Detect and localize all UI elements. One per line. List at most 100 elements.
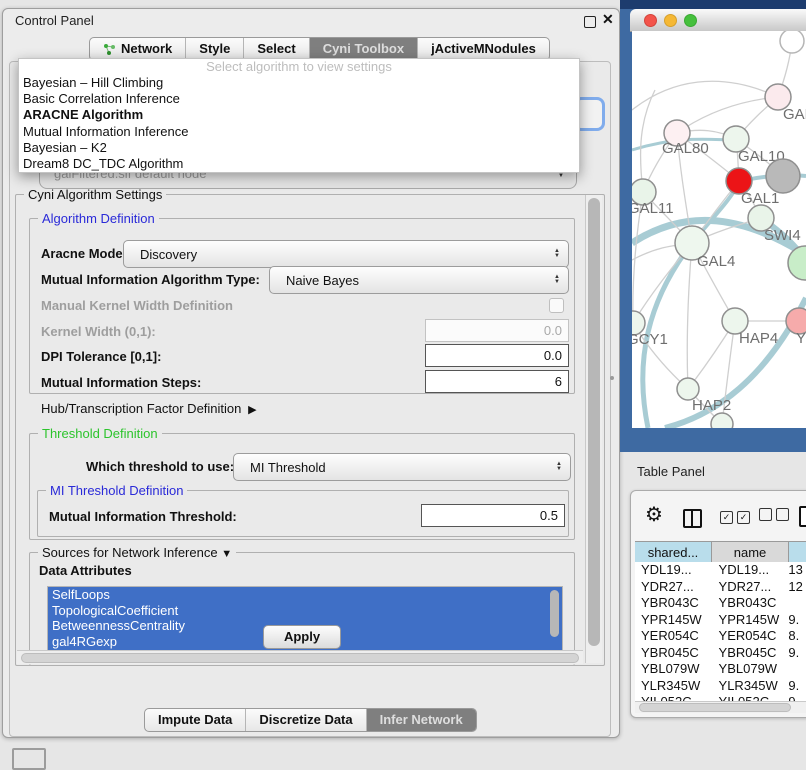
manual-kernel-width-label: Manual Kernel Width Definition xyxy=(41,298,233,313)
column-header-name[interactable]: name xyxy=(712,542,789,563)
dpi-tolerance-label: DPI Tolerance [0,1]: xyxy=(41,349,161,364)
table-panel-window: ⚙ ✓✓ shared... name YDL19...YDL19...13 Y… xyxy=(630,490,806,718)
minimize-traffic-light[interactable] xyxy=(664,14,677,27)
node-label: HAP2 xyxy=(692,397,731,414)
minimized-panel-icon[interactable] xyxy=(12,748,46,770)
control-panel-window: Control Panel ✕ Network Style Select Cyn… xyxy=(2,8,620,738)
apply-button[interactable]: Apply xyxy=(263,625,341,649)
mi-algorithm-type-combobox[interactable]: Naive Bayes ▲▼ xyxy=(269,266,569,294)
network-window-titlebar[interactable] xyxy=(630,9,806,32)
tab-jactivemnodules[interactable]: jActiveMNodules xyxy=(417,38,549,60)
list-scrollbar-thumb[interactable] xyxy=(550,590,559,637)
combobox-value: Naive Bayes xyxy=(270,273,554,288)
group-title: Cyni Algorithm Settings xyxy=(24,187,166,202)
hub-section-label: Hub/Transcription Factor Definition xyxy=(41,401,241,416)
combobox-value: MI Threshold xyxy=(234,460,556,475)
node-label: GAL4 xyxy=(697,253,735,270)
table-row[interactable]: YLR345WYLR345W9. xyxy=(635,678,806,695)
aracne-mode-combobox[interactable]: Discovery ▲▼ xyxy=(123,240,569,268)
deselect-all-icon[interactable] xyxy=(759,508,793,524)
hub-section-header[interactable]: Hub/Transcription Factor Definition ▶ xyxy=(41,401,257,416)
dropdown-option[interactable]: Basic Correlation Inference xyxy=(19,91,579,107)
algorithm-dropdown-list: Select algorithm to view settings Bayesi… xyxy=(18,58,580,173)
gear-icon[interactable]: ⚙ xyxy=(645,505,663,525)
data-attributes-label: Data Attributes xyxy=(39,563,132,578)
dropdown-option[interactable]: Bayesian – Hill Climbing xyxy=(19,75,579,91)
mi-steps-field[interactable]: 6 xyxy=(425,370,569,393)
kernel-width-label: Kernel Width (0,1): xyxy=(41,324,156,339)
splitter-grip[interactable] xyxy=(610,376,614,380)
network-graph: GALGAL80GAL10GAL1GAL11SWI4GAL4GCY1HAP4YH… xyxy=(632,31,806,428)
node-label: GAL xyxy=(783,106,806,123)
table-row[interactable]: YDL19...YDL19...13 xyxy=(635,562,806,579)
tab-cyni-toolbox[interactable]: Cyni Toolbox xyxy=(309,38,417,60)
node[interactable] xyxy=(780,31,804,53)
node-label: SWI4 xyxy=(764,227,801,244)
settings-horizontal-scrollbar[interactable] xyxy=(17,650,583,664)
zoom-traffic-light[interactable] xyxy=(684,14,697,27)
tab-style[interactable]: Style xyxy=(185,38,243,60)
tab-impute-data[interactable]: Impute Data xyxy=(145,709,245,731)
tab-label: Infer Network xyxy=(380,709,463,731)
settings-vertical-scrollbar[interactable] xyxy=(585,195,602,663)
mi-algorithm-type-label: Mutual Information Algorithm Type: xyxy=(41,272,260,287)
table-row[interactable]: YIL052CYIL052C9 xyxy=(635,694,806,701)
combobox-value: Discovery xyxy=(124,247,554,262)
table-body: YDL19...YDL19...13 YDR27...YDR27...12 YB… xyxy=(635,562,806,701)
group-title: Sources for Network Inference ▼ xyxy=(38,545,236,560)
scrollbar-thumb[interactable] xyxy=(21,653,579,663)
mi-steps-label: Mutual Information Steps: xyxy=(41,375,201,390)
dropdown-option-selected[interactable]: ARACNE Algorithm xyxy=(19,107,579,123)
manual-kernel-width-checkbox[interactable] xyxy=(549,298,564,313)
table-row[interactable]: YDR27...YDR27...12 xyxy=(635,579,806,596)
which-threshold-combobox[interactable]: MI Threshold ▲▼ xyxy=(233,453,571,481)
column-header-shared-name[interactable]: shared... xyxy=(635,542,712,563)
select-all-icon[interactable]: ✓✓ xyxy=(720,508,754,524)
kernel-width-field[interactable]: 0.0 xyxy=(425,319,569,342)
node-label: HAP4 xyxy=(739,330,778,347)
tab-infer-network[interactable]: Infer Network xyxy=(366,709,476,731)
network-tab-icon xyxy=(103,43,116,56)
tab-label: Discretize Data xyxy=(259,709,352,731)
aracne-mode-label: Aracne Mode: xyxy=(41,246,127,261)
mi-threshold-field[interactable]: 0.5 xyxy=(421,504,565,527)
tab-label: Network xyxy=(121,38,172,60)
table-row[interactable]: YPR145WYPR145W9. xyxy=(635,612,806,629)
tab-label: Select xyxy=(257,38,295,60)
network-canvas[interactable]: GALGAL80GAL10GAL1GAL11SWI4GAL4GCY1HAP4YH… xyxy=(632,31,806,428)
expanded-triangle-icon: ▼ xyxy=(221,548,232,560)
tab-select[interactable]: Select xyxy=(243,38,308,60)
scrollbar-thumb[interactable] xyxy=(588,198,600,646)
which-threshold-label: Which threshold to use: xyxy=(86,459,234,474)
table-row[interactable]: YBL079WYBL079W xyxy=(635,661,806,678)
list-item[interactable]: SelfLoops xyxy=(48,587,562,603)
float-icon[interactable] xyxy=(584,16,596,28)
table-horizontal-scrollbar[interactable] xyxy=(635,701,806,713)
dropdown-option[interactable]: Bayesian – K2 xyxy=(19,140,579,156)
table-row[interactable]: YBR045CYBR045C9. xyxy=(635,645,806,662)
dropdown-placeholder: Select algorithm to view settings xyxy=(19,59,579,75)
scrollbar-thumb[interactable] xyxy=(639,703,791,712)
group-title: Algorithm Definition xyxy=(38,211,159,226)
tab-network[interactable]: Network xyxy=(90,38,185,60)
table-header-row: shared... name xyxy=(635,541,806,564)
dpi-tolerance-field[interactable]: 0.0 xyxy=(425,344,569,367)
table-row[interactable]: YER054CYER054C8. xyxy=(635,628,806,645)
node[interactable] xyxy=(788,246,806,280)
table-row[interactable]: YBR043CYBR043C xyxy=(635,595,806,612)
node[interactable] xyxy=(711,413,733,428)
table-panel-title: Table Panel xyxy=(637,464,705,479)
tab-discretize-data[interactable]: Discretize Data xyxy=(245,709,365,731)
dropdown-option[interactable]: Mutual Information Inference xyxy=(19,124,579,140)
dropdown-option[interactable]: Dream8 DC_TDC Algorithm xyxy=(19,156,579,172)
split-columns-icon[interactable] xyxy=(683,509,702,528)
list-item[interactable]: TopologicalCoefficient xyxy=(48,603,562,619)
close-icon[interactable]: ✕ xyxy=(602,11,614,28)
close-traffic-light[interactable] xyxy=(644,14,657,27)
node[interactable] xyxy=(766,159,800,193)
document-icon[interactable] xyxy=(799,506,806,527)
combo-arrows-icon: ▲▼ xyxy=(554,249,568,259)
node-label: GAL11 xyxy=(632,200,674,217)
column-header-partial[interactable] xyxy=(789,542,806,563)
group-title: MI Threshold Definition xyxy=(46,483,187,498)
